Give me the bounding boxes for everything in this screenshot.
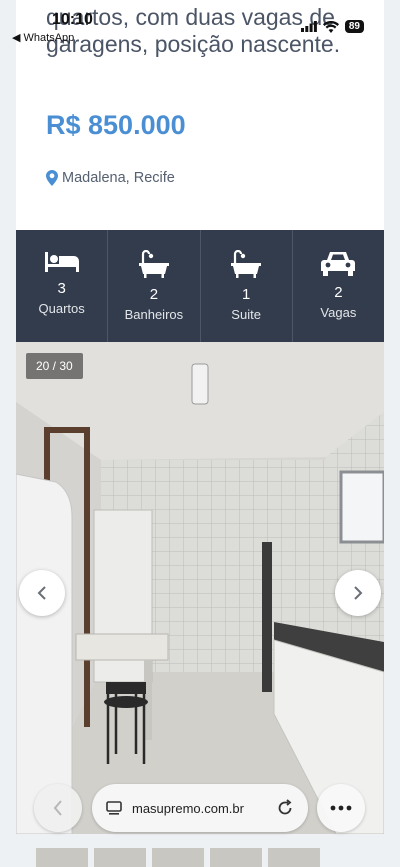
bed-icon	[44, 252, 79, 272]
more-options-button[interactable]	[317, 784, 365, 832]
features-strip: 3 Quartos 2 Banheiros 1 Suite 2 Vagas	[16, 230, 384, 342]
feature-bedrooms: 3 Quartos	[16, 230, 109, 342]
car-icon	[321, 252, 356, 276]
feature-label: Quartos	[38, 301, 85, 316]
feature-count: 3	[57, 280, 66, 297]
bathtub-icon	[138, 250, 169, 278]
address-bar[interactable]: masupremo.com.br	[92, 784, 308, 832]
chevron-left-icon	[37, 586, 46, 600]
photo-thumbnail[interactable]	[210, 848, 262, 867]
chevron-right-icon	[354, 586, 363, 600]
back-to-whatsapp-link[interactable]: ◀ WhatsApp	[12, 31, 74, 44]
status-bar: 10:10 ◀ WhatsApp 89	[0, 0, 400, 46]
status-time: 10:10	[52, 11, 93, 28]
status-icons: 89	[300, 20, 364, 33]
previous-photo-button[interactable]	[19, 570, 65, 616]
feature-count: 2	[149, 286, 159, 303]
chevron-left-icon	[53, 800, 62, 816]
feature-label: Banheiros	[124, 307, 184, 322]
more-dots-icon	[330, 805, 352, 811]
listing-location: Madalena, Recife	[46, 170, 175, 186]
url-text: masupremo.com.br	[132, 800, 244, 816]
feature-count: 2	[334, 284, 343, 301]
wifi-icon	[322, 20, 339, 33]
battery-level: 89	[344, 20, 364, 33]
photo-counter: 20 / 30	[26, 353, 83, 379]
feature-label: Suite	[231, 307, 261, 322]
feature-bathrooms: 2 Banheiros	[108, 230, 201, 342]
signal-icon	[300, 21, 317, 32]
photo-thumbnail[interactable]	[268, 848, 320, 867]
location-text: Madalena, Recife	[62, 170, 175, 186]
thumbnail-strip	[16, 848, 384, 867]
kitchen-photo	[16, 342, 384, 834]
photo-thumbnail[interactable]	[152, 848, 204, 867]
feature-count: 1	[241, 286, 251, 303]
next-photo-button[interactable]	[335, 570, 381, 616]
map-pin-icon	[46, 170, 58, 186]
bathtub-icon	[231, 250, 262, 278]
photo-gallery[interactable]: 20 / 30	[16, 342, 384, 834]
reload-icon[interactable]	[276, 799, 294, 817]
tabs-icon	[106, 801, 122, 815]
photo-thumbnail[interactable]	[36, 848, 88, 867]
listing-price: R$ 850.000	[46, 110, 186, 140]
feature-suite: 1 Suite	[201, 230, 293, 342]
photo-thumbnail[interactable]	[94, 848, 146, 867]
feature-label: Vagas	[320, 305, 357, 320]
browser-back-button[interactable]	[34, 784, 82, 832]
feature-parking: 2 Vagas	[293, 230, 384, 342]
